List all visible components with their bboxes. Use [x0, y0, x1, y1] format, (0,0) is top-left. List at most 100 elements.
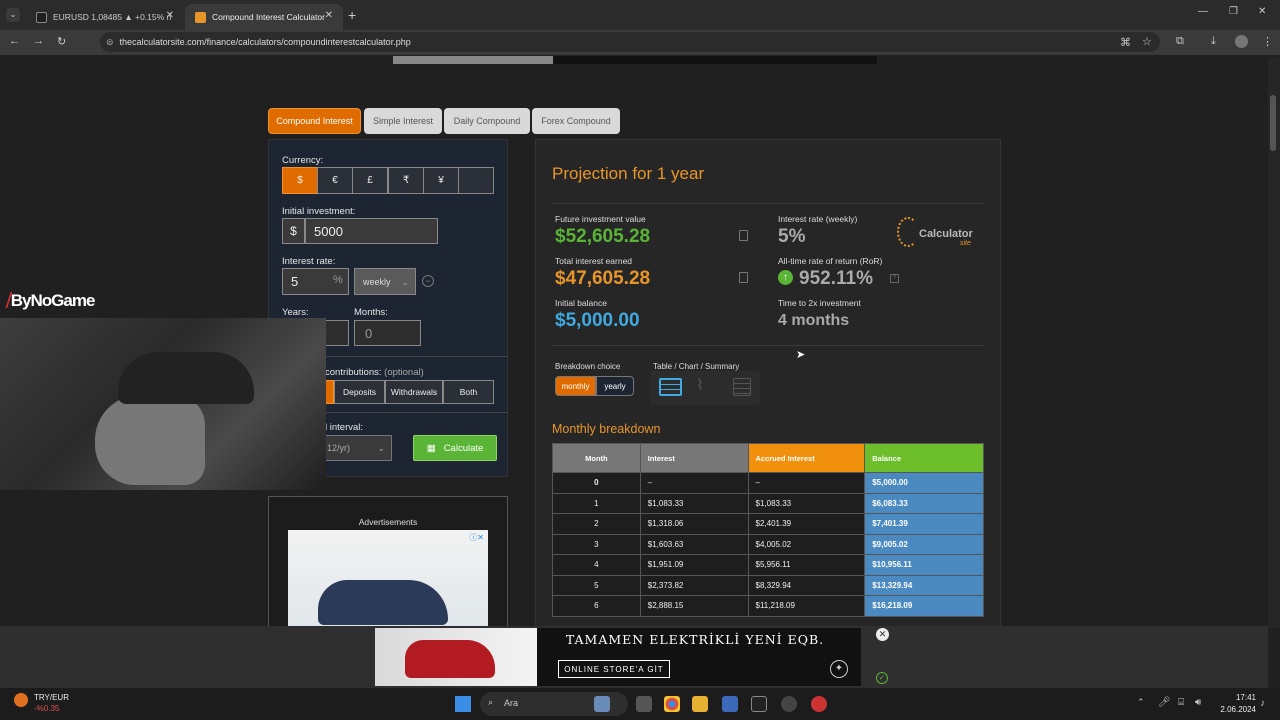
- ticker-widget-icon[interactable]: [14, 693, 28, 707]
- windows-start-icon[interactable]: [455, 696, 471, 712]
- tab-forex-compound[interactable]: Forex Compound: [532, 108, 620, 134]
- ror-label: All-time rate of return (RoR): [778, 256, 883, 266]
- compound-interval-select[interactable]: 12/yr) ⌄: [322, 435, 392, 461]
- copy-icon[interactable]: [739, 272, 748, 283]
- table-header-month: Month: [552, 443, 641, 473]
- close-ad-icon[interactable]: ✕: [876, 628, 889, 641]
- tab-search-button[interactable]: ⌄: [6, 8, 20, 22]
- clock-date[interactable]: 2.06.2024: [1210, 705, 1256, 714]
- summary-view-icon[interactable]: [733, 378, 751, 396]
- close-window-icon[interactable]: ✕: [1258, 6, 1266, 17]
- tray-chevron-icon[interactable]: ⌃: [1137, 697, 1145, 708]
- calculator-site-logo-icon: [897, 217, 919, 247]
- task-view-icon[interactable]: [636, 696, 652, 712]
- volume-icon[interactable]: 🔊︎: [1195, 697, 1201, 708]
- future-value: $52,605.28: [555, 226, 651, 247]
- tab-daily-compound[interactable]: Daily Compound: [444, 108, 530, 134]
- breakdown-table: Month Interest Accrued Interest Balance …: [552, 443, 984, 617]
- help-icon[interactable]: ?: [890, 274, 899, 283]
- cell-interest: $1,603.63: [639, 533, 749, 555]
- monthly-toggle[interactable]: monthly: [555, 376, 596, 396]
- forward-icon[interactable]: →: [33, 35, 44, 47]
- app-icon[interactable]: [781, 696, 797, 712]
- cell-interest: $1,318.06: [639, 513, 749, 535]
- view-choice-label: Table / Chart / Summary: [653, 362, 740, 371]
- initial-investment-input[interactable]: 5000: [305, 218, 438, 244]
- back-icon[interactable]: ←: [9, 35, 20, 47]
- table-header-interest: Interest: [639, 443, 749, 473]
- deposits-button[interactable]: Deposits: [334, 380, 385, 404]
- tradingview-icon[interactable]: [751, 696, 767, 712]
- ad-image[interactable]: ⓘ✕: [288, 530, 488, 630]
- monthly-breakdown-title: Monthly breakdown: [552, 422, 661, 436]
- reload-icon[interactable]: ↻: [57, 35, 66, 48]
- mic-icon[interactable]: 🎤︎: [1158, 697, 1171, 708]
- menu-icon[interactable]: ⋮: [1262, 35, 1273, 48]
- webcam-person: [95, 395, 205, 485]
- cell-month: 1: [552, 492, 641, 514]
- currency-usd-button[interactable]: $: [282, 167, 318, 194]
- ticker-change: -%0.35: [34, 704, 60, 713]
- notification-bell-icon[interactable]: ♪: [1260, 698, 1265, 709]
- tab-compound-interest-calc[interactable]: Compound Interest: [268, 108, 361, 134]
- table-row: 5 $2,373.82 $8,329.94 $13,329.94: [552, 574, 984, 596]
- calculator-icon: ▦: [426, 442, 436, 454]
- mercedes-logo-icon: ✦: [830, 660, 848, 678]
- currency-gbp-button[interactable]: £: [352, 167, 388, 194]
- cell-accrued: $8,329.94: [747, 574, 866, 596]
- chevron-down-icon: ⌄: [401, 277, 409, 287]
- remove-rate-icon[interactable]: −: [422, 275, 434, 287]
- brand-text: ByNoGame: [10, 291, 96, 310]
- bottom-ad-store-button[interactable]: ONLINE STORE'A GİT: [558, 660, 670, 678]
- tab-compound-interest[interactable]: Compound Interest Calculator ✕: [185, 4, 343, 30]
- adchoices-icon[interactable]: ⓘ✕: [469, 532, 484, 543]
- clock-time[interactable]: 17:41: [1216, 693, 1256, 702]
- url-field[interactable]: ⊜ thecalculatorsite.com/finance/calculato…: [100, 32, 1160, 52]
- site-info-icon[interactable]: ⊜: [106, 37, 114, 47]
- microphone-app-icon[interactable]: [811, 696, 827, 712]
- years-label: Years:: [282, 307, 309, 318]
- chrome-icon[interactable]: [664, 696, 680, 712]
- calculate-button[interactable]: ▦ Calculate: [413, 435, 497, 461]
- tab-title: Compound Interest Calculator: [212, 12, 325, 22]
- network-icon[interactable]: ⌸: [1178, 697, 1184, 708]
- chart-view-icon[interactable]: ⌇: [696, 378, 719, 396]
- scrollbar-thumb[interactable]: [1270, 95, 1276, 151]
- contributions-label: contributions: (optional): [325, 367, 424, 378]
- table-view-icon[interactable]: [659, 378, 682, 396]
- months-input[interactable]: 0: [354, 320, 421, 346]
- new-tab-icon[interactable]: +: [348, 7, 356, 23]
- close-tab-icon[interactable]: ✕: [166, 10, 174, 21]
- calculatorsite-favicon-icon: [195, 11, 206, 23]
- copy-icon[interactable]: [739, 230, 748, 241]
- download-icon[interactable]: ⤓: [1211, 35, 1216, 48]
- file-explorer-icon[interactable]: [692, 696, 708, 712]
- tab-eurusd[interactable]: EURUSD 1,08485 ▲ +0.15% n ✕: [26, 4, 184, 30]
- extensions-icon[interactable]: ⧉: [1176, 35, 1184, 48]
- both-button[interactable]: Both: [443, 380, 494, 404]
- maximize-icon[interactable]: ❐: [1229, 6, 1238, 17]
- profile-avatar[interactable]: [1235, 35, 1248, 48]
- currency-jpy-button[interactable]: ¥: [423, 167, 459, 194]
- cell-month: 6: [552, 595, 641, 617]
- cell-interest: –: [639, 472, 749, 494]
- store-icon[interactable]: [722, 696, 738, 712]
- currency-eur-button[interactable]: €: [317, 167, 353, 194]
- table-row: 1 $1,083.33 $1,083.33 $6,083.33: [552, 492, 984, 514]
- yearly-toggle[interactable]: yearly: [596, 376, 634, 396]
- currency-other-button[interactable]: [458, 167, 494, 194]
- rate-period-select[interactable]: weekly ⌄: [354, 268, 416, 295]
- interest-rate-label: Interest rate:: [282, 256, 336, 267]
- bookmark-star-icon[interactable]: ☆: [1142, 35, 1152, 48]
- currency-inr-button[interactable]: ₹: [388, 167, 424, 194]
- cell-interest: $1,951.09: [639, 554, 749, 576]
- breakdown-choice-label: Breakdown choice: [555, 362, 621, 371]
- withdrawals-button[interactable]: Withdrawals: [385, 380, 443, 404]
- table-row: 3 $1,603.63 $4,005.02 $9,005.02: [552, 533, 984, 555]
- close-tab-icon[interactable]: ✕: [325, 10, 333, 21]
- minimize-icon[interactable]: —: [1198, 6, 1208, 17]
- translate-icon[interactable]: ⌘: [1120, 36, 1131, 49]
- tab-simple-interest[interactable]: Simple Interest: [364, 108, 442, 134]
- cell-accrued: $5,956.11: [747, 554, 866, 576]
- streamer-brand-logo: ⧸ByNoGame: [6, 291, 96, 311]
